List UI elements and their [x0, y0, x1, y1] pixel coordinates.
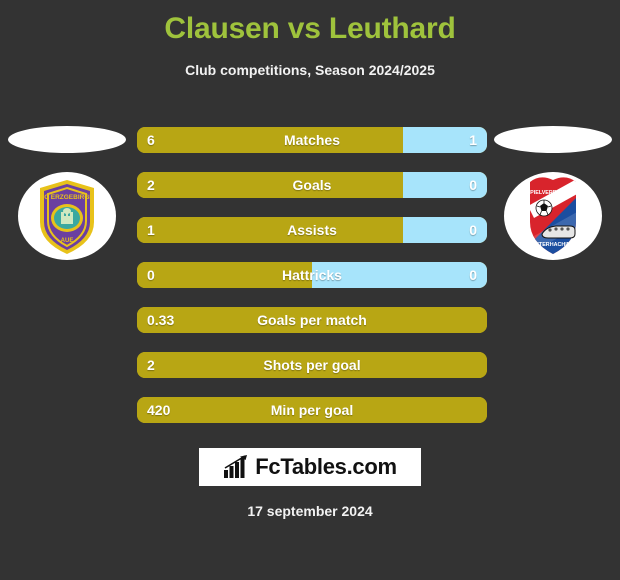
fctables-logo-text: FcTables.com: [255, 454, 397, 479]
away-value: 0: [469, 177, 477, 193]
svg-text:AUE: AUE: [61, 238, 74, 244]
away-team-name-plate: [494, 126, 612, 153]
spvgg-unterhaching-badge-icon: SPIELVEREINIGUNG UNTERHACHING: [527, 177, 580, 254]
away-value: 0: [469, 222, 477, 238]
away-value: 0: [469, 267, 477, 283]
date-label: 17 september 2024: [247, 503, 373, 519]
stat-row: 0 Hattricks 0: [137, 262, 487, 288]
fctables-logo[interactable]: FcTables.com: [199, 448, 421, 486]
stat-row: 1 Assists 0: [137, 217, 487, 243]
home-team-badge: FC ERZGEBIRGE AUE: [18, 172, 116, 260]
stat-label: Matches: [283, 132, 341, 148]
fc-erzgebirge-aue-badge-icon: FC ERZGEBIRGE AUE: [40, 180, 94, 254]
stats-list: 6 Matches 1 2 Goals 0 1 Assists 0 0 Hatt…: [137, 127, 487, 442]
svg-text:FC ERZGEBIRGE: FC ERZGEBIRGE: [40, 194, 94, 201]
stat-label: Shots per goal: [263, 357, 361, 373]
page-title: Clausen vs Leuthard: [164, 12, 456, 45]
stat-label: Assists: [287, 222, 337, 238]
svg-text:SPIELVEREINIGUNG: SPIELVEREINIGUNG: [527, 190, 580, 196]
stat-label: Goals per match: [257, 312, 367, 328]
stat-row: 6 Matches 1: [137, 127, 487, 153]
stat-label: Hattricks: [282, 267, 342, 283]
stat-row: 0.33 Goals per match: [137, 307, 487, 333]
stat-label: Goals: [292, 177, 332, 193]
page-subtitle: Club competitions, Season 2024/2025: [185, 62, 435, 78]
stat-row: 2 Shots per goal: [137, 352, 487, 378]
svg-text:UNTERHACHING: UNTERHACHING: [531, 242, 575, 248]
bar-chart-arrow-icon: [224, 455, 248, 478]
away-team-badge: SPIELVEREINIGUNG UNTERHACHING: [504, 172, 602, 260]
stat-row: 2 Goals 0: [137, 172, 487, 198]
stat-label: Min per goal: [270, 402, 354, 418]
away-value: 1: [469, 132, 477, 148]
player-comparison-infographic: Clausen vs Leuthard Club competitions, S…: [0, 0, 620, 580]
home-team-name-plate: [8, 126, 126, 153]
stat-row: 420 Min per goal: [137, 397, 487, 423]
